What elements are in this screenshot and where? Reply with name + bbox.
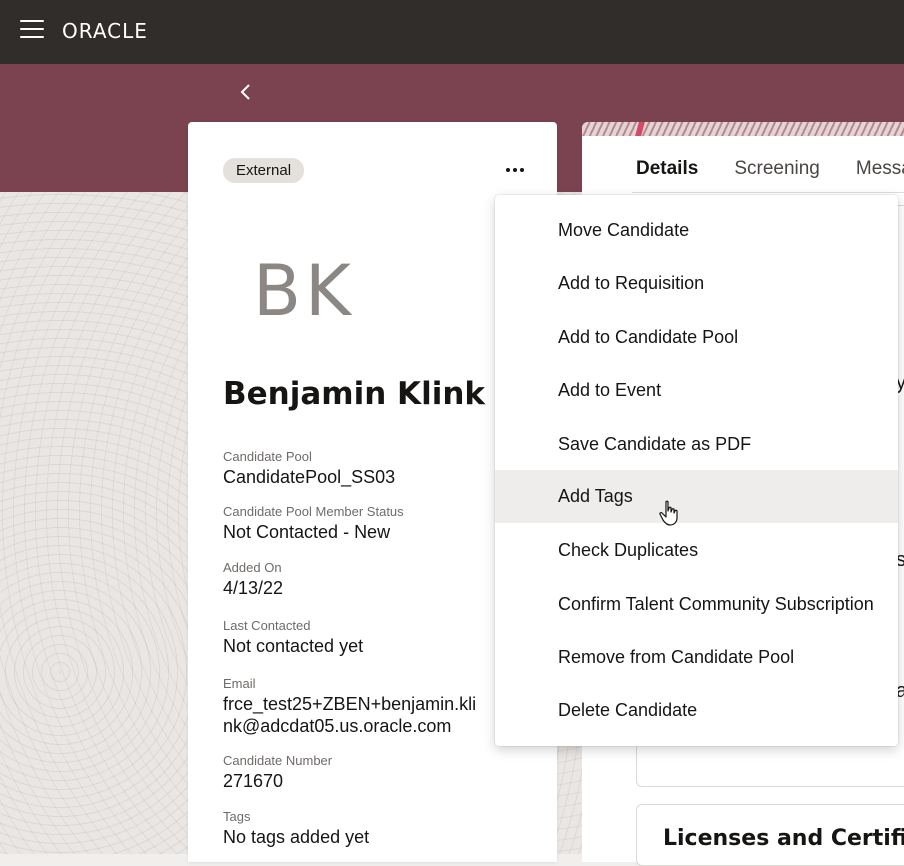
top-bar: ORACLE bbox=[0, 0, 904, 64]
tab-bar: Details Screening Messag bbox=[636, 158, 904, 180]
field-tags: Tags No tags added yet bbox=[223, 809, 523, 848]
field-value: 271670 bbox=[223, 771, 284, 791]
menu-item-add-to-event[interactable]: Add to Event bbox=[495, 364, 898, 417]
oracle-logo[interactable]: ORACLE bbox=[62, 19, 148, 43]
field-candidate-number: Candidate Number 271670 bbox=[223, 753, 523, 792]
menu-item-add-tags[interactable]: Add Tags bbox=[495, 470, 898, 523]
field-label: Email bbox=[223, 676, 256, 691]
panel-decoration bbox=[582, 122, 904, 136]
menu-item-add-to-requisition[interactable]: Add to Requisition bbox=[495, 257, 898, 310]
field-email: Email frce_test25+ZBEN+benjamin.kli nk@a… bbox=[223, 676, 523, 737]
tab-divider bbox=[632, 192, 904, 193]
field-last-contacted: Last Contacted Not contacted yet bbox=[223, 618, 523, 657]
hamburger-menu-icon[interactable] bbox=[20, 20, 44, 40]
field-label: Candidate Pool bbox=[223, 449, 312, 464]
menu-item-confirm-subscription[interactable]: Confirm Talent Community Subscription bbox=[495, 578, 898, 631]
tab-screening[interactable]: Screening bbox=[734, 158, 820, 180]
actions-menu: Move Candidate Add to Requisition Add to… bbox=[495, 195, 898, 746]
field-added-on: Added On 4/13/22 bbox=[223, 560, 523, 599]
field-label: Added On bbox=[223, 560, 282, 575]
menu-item-remove-from-pool[interactable]: Remove from Candidate Pool bbox=[495, 631, 898, 684]
menu-item-delete-candidate[interactable]: Delete Candidate bbox=[495, 684, 898, 737]
field-member-status: Candidate Pool Member Status Not Contact… bbox=[223, 504, 523, 543]
tab-details[interactable]: Details bbox=[636, 158, 698, 180]
field-label: Last Contacted bbox=[223, 618, 311, 633]
chevron-left-icon[interactable] bbox=[236, 82, 256, 102]
field-value: Not contacted yet bbox=[223, 636, 364, 656]
email-line-2[interactable]: nk@adcdat05.us.oracle.com bbox=[223, 715, 523, 737]
field-candidate-pool: Candidate Pool CandidatePool_SS03 bbox=[223, 449, 523, 488]
licenses-section-title: Licenses and Certificat bbox=[663, 826, 904, 851]
email-line-1[interactable]: frce_test25+ZBEN+benjamin.kli bbox=[223, 693, 523, 715]
field-value: No tags added yet bbox=[223, 827, 370, 847]
menu-item-check-duplicates[interactable]: Check Duplicates bbox=[495, 524, 898, 577]
more-options-icon[interactable] bbox=[503, 158, 527, 182]
menu-item-save-as-pdf[interactable]: Save Candidate as PDF bbox=[495, 418, 898, 471]
field-value: CandidatePool_SS03 bbox=[223, 467, 396, 487]
hand-pointer-icon bbox=[659, 500, 678, 526]
tab-messages[interactable]: Messag bbox=[856, 158, 904, 180]
field-label: Candidate Number bbox=[223, 753, 333, 768]
status-badge: External bbox=[223, 158, 305, 183]
field-label: Tags bbox=[223, 809, 251, 824]
field-value: 4/13/22 bbox=[223, 578, 284, 598]
field-value: Not Contacted - New bbox=[223, 522, 391, 542]
field-label: Candidate Pool Member Status bbox=[223, 504, 404, 519]
candidate-name: Benjamin Klink bbox=[223, 376, 486, 412]
menu-item-move-candidate[interactable]: Move Candidate bbox=[495, 204, 898, 257]
menu-item-add-to-candidate-pool[interactable]: Add to Candidate Pool bbox=[495, 311, 898, 364]
avatar: BK bbox=[253, 250, 355, 332]
